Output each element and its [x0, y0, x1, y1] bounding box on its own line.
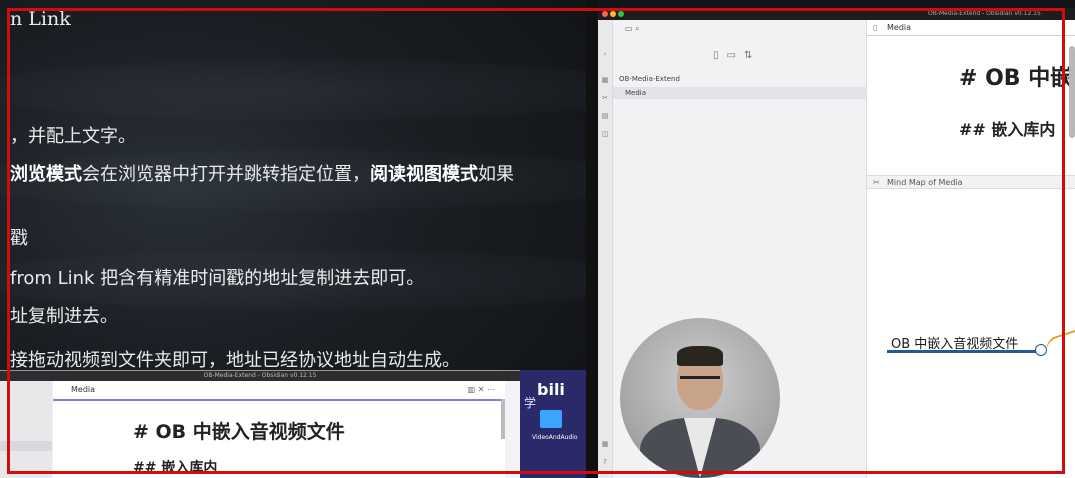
mini-heading-1: # OB 中嵌入音视频文件 [133, 421, 345, 443]
close-window-button[interactable] [602, 11, 608, 17]
mini-sidebar-selection [0, 441, 52, 451]
mindmap-root-underline [887, 350, 1037, 353]
mindmap-canvas[interactable]: OB 中嵌入音视频文件 [867, 190, 1075, 478]
bilibili-logo: bili [537, 380, 565, 399]
background-wave [0, 60, 586, 120]
note-heading-1: # OB 中嵌入 [959, 66, 1075, 91]
presenter-glasses [680, 376, 720, 389]
mini-scrollbar[interactable] [501, 399, 505, 439]
maximize-window-button[interactable] [618, 11, 624, 17]
mini-tab-media[interactable]: Media ▥ ✕ ⋯ [53, 381, 505, 401]
slide-line-3-mid: 会在浏览器中打开并跳转指定位置， [82, 164, 370, 185]
slide-line-4: 戳 [10, 228, 28, 249]
presentation-pane: n Link ，并配上文字。 浏览模式会在浏览器中打开并跳转指定位置，阅读视图模… [0, 0, 586, 478]
scissors-icon[interactable]: ✂ [601, 94, 609, 102]
mindmap-branch-line [1042, 327, 1075, 354]
slide-line-3: 浏览模式会在浏览器中打开并跳转指定位置，阅读视图模式如果 [10, 160, 514, 186]
mini-tab-controls-icon[interactable]: ▥ ✕ ⋯ [468, 381, 495, 399]
bilibili-overlay: bili 学 VideoAndAudio [520, 370, 586, 478]
folder-item-media[interactable]: Media [613, 87, 866, 99]
help-icon[interactable]: ? [601, 458, 609, 466]
slide-line-5: from Link 把含有精准时间戳的地址复制进去即可。 [10, 268, 425, 289]
slide-line-2: ，并配上文字。 [10, 126, 136, 147]
mini-editor: Media ▥ ✕ ⋯ # OB 中嵌入音视频文件 ## 嵌入库内 [53, 381, 505, 478]
presenter-hair [677, 346, 723, 366]
editor-area: ▯ Media # OB 中嵌入 ## 嵌入库内 ✂ Mind Map of M… [867, 20, 1075, 478]
vault-icon[interactable]: ▦ [601, 440, 609, 448]
slide-line-3-tail: 如果 [478, 164, 514, 185]
mindmap-collapse-toggle[interactable] [1035, 344, 1047, 356]
copy-icon[interactable]: ◫ [601, 130, 609, 138]
mini-tab-label: Media [71, 385, 96, 394]
grid-icon[interactable]: ▦ [601, 76, 609, 84]
folder-icon[interactable] [540, 410, 562, 428]
webcam-overlay [620, 318, 780, 478]
slide-line-7: 接拖动视频到文件夹即可，地址已经协议地址自动生成。 [10, 350, 460, 371]
tab-media[interactable]: ▯ Media [867, 20, 1075, 36]
folder-item-label: Media [625, 89, 647, 97]
mini-sidebar [0, 381, 52, 478]
minimize-window-button[interactable] [610, 11, 616, 17]
calendar-icon[interactable]: ▤ [601, 112, 609, 120]
screen-divider [586, 0, 598, 478]
tab-label: Media [887, 23, 912, 32]
mini-heading-2: ## 嵌入库内 [133, 460, 218, 476]
mindmap-title: Mind Map of Media [887, 178, 963, 187]
mindmap-icon: ✂ [873, 178, 880, 187]
collapse-icon[interactable]: ‹ [601, 50, 609, 58]
mini-window-title: OB-Media-Extend - Obsidian v0.12.15 [0, 371, 520, 381]
window-titlebar: OB-Media-Extend - Obsidian v0.12.15 [598, 8, 1075, 20]
slide-line-6: 址复制进去。 [10, 306, 118, 327]
editor-scrollbar[interactable] [1069, 46, 1075, 138]
embedded-obsidian-window: OB-Media-Extend - Obsidian v0.12.15 Medi… [0, 370, 520, 478]
slide-bold-browse-mode: 浏览模式 [10, 164, 82, 185]
window-title: OB-Media-Extend - Obsidian v0.12.15 [928, 10, 1041, 17]
note-heading-2: ## 嵌入库内 [959, 120, 1056, 139]
slide-bold-reading-mode: 阅读视图模式 [370, 164, 478, 185]
folder-label: VideoAndAudio [532, 434, 578, 441]
overlay-char: 学 [524, 396, 537, 410]
slide-line-1: n Link [10, 8, 71, 30]
document-icon: ▯ [873, 23, 878, 32]
mindmap-pane-header[interactable]: ✂ Mind Map of Media [867, 175, 1075, 189]
file-pane-tab-icons[interactable]: ▭ ⌕ [625, 24, 640, 34]
vault-name[interactable]: OB-Media-Extend [619, 75, 680, 83]
ribbon: ‹ ▦ ✂ ▤ ◫ ▦ ? [598, 20, 613, 478]
file-explorer-toolbar-icons[interactable]: ▯▭⇅ [713, 50, 760, 61]
